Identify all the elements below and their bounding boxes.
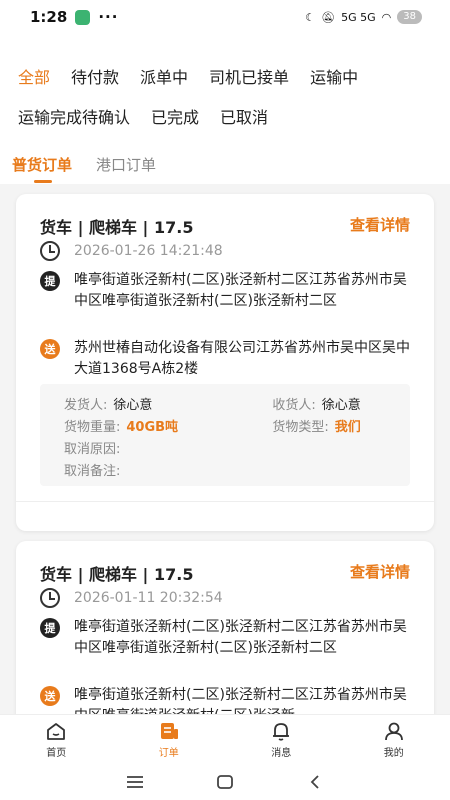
receiver-cell: 收货人: 徐心意 — [272, 394, 386, 413]
cargo-type-cell: 货物类型: 我们 — [272, 416, 386, 435]
nav-messages-label: 消息 — [271, 748, 292, 759]
signal-icon: 5G 5G — [341, 10, 376, 24]
info-row: 取消原因: — [64, 436, 386, 458]
weight-label: 货物重量: — [64, 419, 121, 435]
home-button-icon[interactable] — [215, 772, 235, 792]
user-icon — [384, 722, 403, 741]
pickup-address-row: 提 唯亭街道张泾新村(二区)张泾新村二区江苏省苏州市吴中区唯亭街道张泾新村(二区… — [40, 617, 412, 659]
cargo-info-box: 发货人: 徐心意 收货人: 徐心意 货物重量: 40GB吨 货物类型: 我们 取… — [40, 384, 410, 486]
tab-general-cargo[interactable]: 普货订单 — [12, 154, 72, 184]
status-time: 1:28 — [30, 8, 68, 26]
filter-driver-accepted[interactable]: 司机已接单 — [209, 64, 289, 88]
filter-all[interactable]: 全部 — [18, 64, 50, 88]
delivery-address: 唯亭街道张泾新村(二区)张泾新村二区江苏省苏州市吴中区唯亭街道张泾新村(二区)张… — [74, 687, 407, 714]
more-notifications-icon: ··· — [98, 8, 119, 26]
cargo-type-label: 货物类型: — [272, 419, 329, 435]
nav-profile-label: 我的 — [383, 748, 404, 759]
moon-icon: ☾ — [305, 10, 316, 24]
delivery-badge: 送 — [40, 339, 60, 359]
order-type-tabs: 普货订单 港口订单 — [12, 154, 180, 184]
info-row: 发货人: 徐心意 收货人: 徐心意 — [64, 392, 386, 414]
order-card[interactable]: 货车 | 爬梯车 | 17.5 查看详情 2026-01-11 20:32:54… — [16, 541, 434, 714]
cancel-note-label: 取消备注: — [64, 463, 121, 479]
nav-home-label: 首页 — [46, 748, 67, 759]
card-divider — [16, 501, 434, 502]
info-row: 货物重量: 40GB吨 货物类型: 我们 — [64, 414, 386, 436]
bottom-navigation: 首页 订单 消息 我的 — [0, 714, 450, 764]
order-card-header: 货车 | 爬梯车 | 17.5 查看详情 — [40, 561, 410, 584]
vehicle-info: 货车 | 爬梯车 | 17.5 — [40, 565, 194, 584]
filter-completed[interactable]: 已完成 — [151, 104, 199, 128]
cargo-type-value: 我们 — [334, 419, 361, 435]
clock-icon — [40, 588, 60, 608]
shipper-cell: 发货人: 徐心意 — [64, 394, 272, 413]
filter-row-1: 全部 待付款 派单中 司机已接单 运输中 — [18, 64, 438, 88]
mute-icon: 🔕︎ — [321, 10, 336, 24]
view-details-link[interactable]: 查看详情 — [350, 214, 410, 234]
status-icons: ☾ 🔕︎ 5G 5G ◠ 38 — [305, 10, 422, 24]
bell-icon — [273, 723, 290, 741]
pickup-badge: 提 — [40, 271, 60, 291]
order-time: 2026-01-11 20:32:54 — [74, 590, 223, 606]
shipper-label: 发货人: — [64, 397, 108, 413]
filter-dispatching[interactable]: 派单中 — [140, 64, 188, 88]
nav-orders-label: 订单 — [158, 748, 179, 759]
shipper-value: 徐心意 — [113, 397, 153, 413]
pickup-address-row: 提 唯亭街道张泾新村(二区)张泾新村二区江苏省苏州市吴中区唯亭街道张泾新村(二区… — [40, 270, 412, 312]
nav-orders[interactable]: 订单 — [113, 715, 226, 764]
filter-cancelled[interactable]: 已取消 — [220, 104, 268, 128]
receiver-value: 徐心意 — [321, 397, 361, 413]
filter-awaiting-confirmation[interactable]: 运输完成待确认 — [18, 104, 130, 128]
nav-home[interactable]: 首页 — [0, 715, 113, 764]
wifi-icon: ◠ — [381, 10, 392, 24]
pickup-badge: 提 — [40, 618, 60, 638]
menu-icon[interactable] — [125, 772, 145, 792]
filter-pending-payment[interactable]: 待付款 — [71, 64, 119, 88]
weight-value: 40GB吨 — [126, 419, 179, 435]
order-time-row: 2026-01-11 20:32:54 — [40, 587, 223, 609]
delivery-badge: 送 — [40, 686, 60, 706]
system-navigation-bar — [0, 764, 450, 800]
order-list[interactable]: 货车 | 爬梯车 | 17.5 查看详情 2026-01-26 14:21:48… — [0, 184, 450, 714]
receiver-label: 收货人: — [272, 397, 316, 413]
nav-profile[interactable]: 我的 — [338, 715, 450, 764]
order-card[interactable]: 货车 | 爬梯车 | 17.5 查看详情 2026-01-26 14:21:48… — [16, 194, 434, 531]
filter-row-2: 运输完成待确认 已完成 已取消 — [18, 104, 438, 128]
delivery-address-row: 送 苏州世椿自动化设备有限公司江苏省苏州市吴中区吴中大道1368号A栋2楼 — [40, 338, 412, 380]
delivery-address: 苏州世椿自动化设备有限公司江苏省苏州市吴中区吴中大道1368号A栋2楼 — [74, 340, 410, 377]
tab-port-orders[interactable]: 港口订单 — [96, 154, 156, 184]
pickup-address: 唯亭街道张泾新村(二区)张泾新村二区江苏省苏州市吴中区唯亭街道张泾新村(二区)张… — [74, 272, 407, 309]
order-time: 2026-01-26 14:21:48 — [74, 243, 223, 259]
view-details-link[interactable]: 查看详情 — [350, 561, 410, 581]
filter-in-transit[interactable]: 运输中 — [310, 64, 358, 88]
vehicle-info: 货车 | 爬梯车 | 17.5 — [40, 218, 194, 237]
order-status-filters: 全部 待付款 派单中 司机已接单 运输中 运输完成待确认 已完成 已取消 — [18, 64, 438, 144]
info-row: 取消备注: — [64, 458, 386, 480]
nav-messages[interactable]: 消息 — [225, 715, 338, 764]
cancel-reason-label: 取消原因: — [64, 441, 121, 457]
battery-icon: 38 — [397, 10, 422, 24]
wechat-notification-icon — [75, 9, 91, 25]
order-card-header: 货车 | 爬梯车 | 17.5 查看详情 — [40, 214, 410, 237]
order-time-row: 2026-01-26 14:21:48 — [40, 240, 223, 262]
weight-cell: 货物重量: 40GB吨 — [64, 416, 272, 435]
delivery-address-row: 送 唯亭街道张泾新村(二区)张泾新村二区江苏省苏州市吴中区唯亭街道张泾新村(二区… — [40, 685, 412, 714]
order-icon — [160, 723, 178, 739]
pickup-address: 唯亭街道张泾新村(二区)张泾新村二区江苏省苏州市吴中区唯亭街道张泾新村(二区)张… — [74, 619, 407, 656]
home-icon — [47, 723, 66, 740]
back-icon[interactable] — [305, 772, 325, 792]
clock-icon — [40, 241, 60, 261]
status-bar: 1:28 ··· ☾ 🔕︎ 5G 5G ◠ 38 — [0, 0, 450, 34]
